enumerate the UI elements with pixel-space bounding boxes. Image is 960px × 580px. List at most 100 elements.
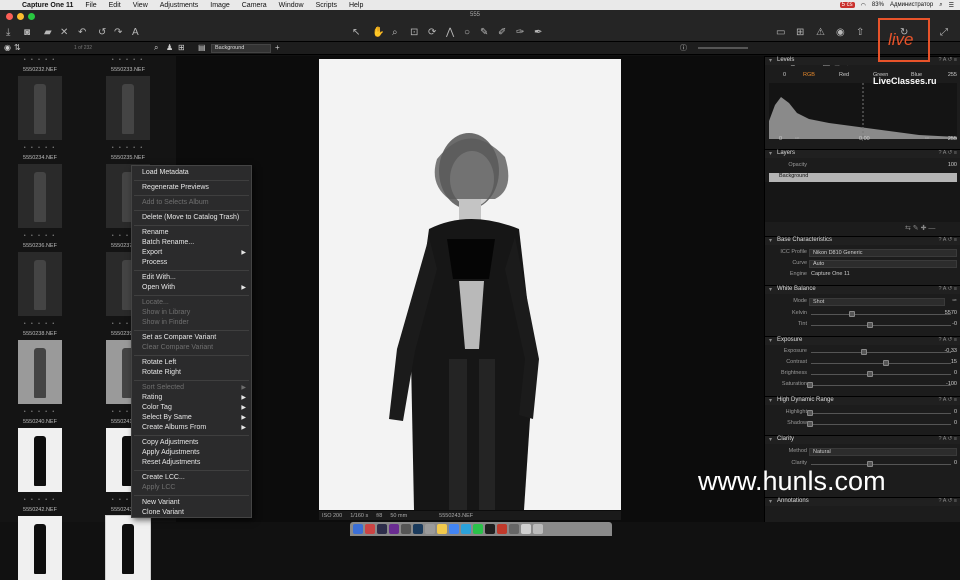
opacity-value[interactable]: 100 xyxy=(948,162,957,168)
messages-icon[interactable] xyxy=(473,524,483,534)
grid-icon[interactable]: ⊞ xyxy=(796,27,804,38)
menu-item-edit-with[interactable]: Edit With... xyxy=(132,273,251,283)
brightness-slider[interactable] xyxy=(811,374,951,375)
zoom-window-button[interactable] xyxy=(28,13,35,20)
rotate-tool-icon[interactable]: ⟳ xyxy=(428,27,436,38)
clarity-slider[interactable] xyxy=(811,464,951,465)
menu-item-clear-compare-variant[interactable]: Clear Compare Variant xyxy=(132,343,251,353)
menu-item-rename[interactable]: Rename xyxy=(132,228,251,238)
redo-icon[interactable]: ↷ xyxy=(114,27,122,38)
tint-slider[interactable] xyxy=(811,325,951,326)
menu-edit[interactable]: Edit xyxy=(103,2,127,9)
lightroom-icon[interactable] xyxy=(413,524,423,534)
menu-item-sort-selected[interactable]: Sort Selected ▶ xyxy=(132,383,251,393)
channel-red[interactable]: Red xyxy=(839,72,849,78)
thumbnail-image[interactable] xyxy=(18,164,62,228)
tint-value[interactable]: -0 xyxy=(952,321,957,327)
menu-item-rotate-right[interactable]: Rotate Right xyxy=(132,368,251,378)
icc-profile-select[interactable]: Nikon D810 Generic xyxy=(809,249,957,257)
search-icon[interactable]: ⌕ xyxy=(939,2,942,9)
exposure-warning-icon[interactable]: ▭ xyxy=(776,27,785,38)
menu-image[interactable]: Image xyxy=(204,2,235,9)
thumbnail-rating[interactable]: • • • • • xyxy=(0,145,80,151)
menu-item-copy-adjustments[interactable]: Copy Adjustments xyxy=(132,438,251,448)
white-picker-icon[interactable]: ✑ xyxy=(925,136,930,142)
add-layer-icon[interactable]: + xyxy=(275,43,280,52)
launchpad-icon[interactable] xyxy=(365,524,375,534)
fullscreen-icon[interactable]: ⤢ xyxy=(940,27,948,38)
main-photo[interactable] xyxy=(319,59,621,510)
menu-window[interactable]: Window xyxy=(273,2,310,9)
thumbnail-image[interactable] xyxy=(18,76,62,140)
sort-icon[interactable]: ⇅ xyxy=(14,43,21,52)
annotations-header[interactable]: Annotations ? A ↺ ≡ xyxy=(765,497,960,506)
section-actions[interactable]: ? A ↺ ≡ xyxy=(938,286,957,292)
close-window-button[interactable] xyxy=(6,13,13,20)
menu-item-add-to-selects-album[interactable]: Add to Selects Album xyxy=(132,198,251,208)
shadow-slider[interactable] xyxy=(811,424,951,425)
white-balance-header[interactable]: White Balance ? A ↺ ≡ xyxy=(765,285,960,294)
saturation-value[interactable]: -100 xyxy=(946,381,957,387)
menu-item-set-as-compare-variant[interactable]: Set as Compare Variant xyxy=(132,333,251,343)
status-badge[interactable]: 5 cs xyxy=(839,2,855,8)
menu-item-new-variant[interactable]: New Variant xyxy=(132,498,251,508)
menu-item-process[interactable]: Process xyxy=(132,258,251,268)
copy-adjustments-icon[interactable]: ⇧ xyxy=(856,27,864,38)
menu-view[interactable]: View xyxy=(127,2,154,9)
menu-item-select-by-same[interactable]: Select By Same ▶ xyxy=(132,413,251,423)
menu-list-icon[interactable]: ☰ xyxy=(949,2,954,9)
section-actions[interactable]: ? A ↺ ≡ xyxy=(938,498,957,504)
clarity-header[interactable]: Clarity ? A ↺ ≡ xyxy=(765,435,960,444)
user-name[interactable]: Администратор xyxy=(890,2,933,8)
curve-select[interactable]: Auto xyxy=(809,260,957,268)
zoom-tool-icon[interactable]: ⌕ xyxy=(392,27,398,38)
thumbnail-rating[interactable]: • • • • • xyxy=(0,233,80,239)
finder-icon[interactable] xyxy=(353,524,363,534)
thumbnail-image[interactable] xyxy=(106,76,150,140)
highlight-slider[interactable] xyxy=(811,413,951,414)
menu-item-rotate-left[interactable]: Rotate Left xyxy=(132,358,251,368)
thumbnail-image[interactable] xyxy=(18,252,62,316)
menu-file[interactable]: File xyxy=(79,2,102,9)
warning-icon[interactable]: ⚠ xyxy=(816,27,825,38)
menu-item-apply-adjustments[interactable]: Apply Adjustments xyxy=(132,448,251,458)
eye-icon[interactable]: ◉ xyxy=(4,43,11,52)
pan-tool-icon[interactable]: ✋ xyxy=(372,27,384,38)
thumbnail-image[interactable] xyxy=(105,515,151,580)
variant-select[interactable]: Background xyxy=(211,44,271,53)
menu-item-regenerate-previews[interactable]: Regenerate Previews xyxy=(132,183,251,193)
eraser-tool-icon[interactable]: ✐ xyxy=(498,27,506,38)
exposure-slider[interactable] xyxy=(811,352,951,353)
proof-icon[interactable]: ◉ xyxy=(836,27,845,38)
menu-item-color-tag[interactable]: Color Tag ▶ xyxy=(132,403,251,413)
grid-view-icon[interactable]: ⊞ xyxy=(178,43,185,52)
layer-tools-icons[interactable]: ⇆ ✎ ✚ — xyxy=(905,224,935,232)
picker-tool-icon[interactable]: ✑ xyxy=(516,27,524,38)
thumbnail-image[interactable] xyxy=(18,428,62,492)
photoshop-icon[interactable] xyxy=(377,524,387,534)
kelvin-value[interactable]: 5570 xyxy=(945,310,957,316)
reset-icon[interactable]: ↺ xyxy=(98,27,106,38)
info-icon[interactable]: ⓘ xyxy=(680,43,687,53)
zoom-slider[interactable] xyxy=(698,47,748,49)
chrome-icon[interactable] xyxy=(449,524,459,534)
crop-tool-icon[interactable]: ⊡ xyxy=(410,27,418,38)
notes-icon[interactable] xyxy=(437,524,447,534)
battery-level[interactable]: 83% xyxy=(872,2,884,8)
menu-item-export[interactable]: Export ▶ xyxy=(132,248,251,258)
saturation-slider-knob[interactable] xyxy=(807,382,813,388)
levels-midpoint[interactable]: 0,00 xyxy=(859,136,870,142)
menu-help[interactable]: Help xyxy=(343,2,369,9)
telegram-icon[interactable] xyxy=(461,524,471,534)
premiere-icon[interactable] xyxy=(389,524,399,534)
wifi-icon[interactable]: ◠ xyxy=(861,2,866,9)
menu-item-open-with[interactable]: Open With ▶ xyxy=(132,283,251,293)
layers-icon[interactable]: ▤ xyxy=(198,43,206,52)
thumbnail-rating[interactable]: • • • • • xyxy=(0,409,80,415)
camera-icon[interactable]: ◙ xyxy=(24,27,30,38)
layers-header[interactable]: Layers ? A ↺ ≡ xyxy=(765,149,960,158)
levels-input-low[interactable]: 0 xyxy=(783,72,786,78)
undo-icon[interactable]: ↶ xyxy=(78,27,86,38)
menu-item-batch-rename[interactable]: Batch Rename... xyxy=(132,238,251,248)
menu-item-create-albums-from[interactable]: Create Albums From ▶ xyxy=(132,423,251,433)
